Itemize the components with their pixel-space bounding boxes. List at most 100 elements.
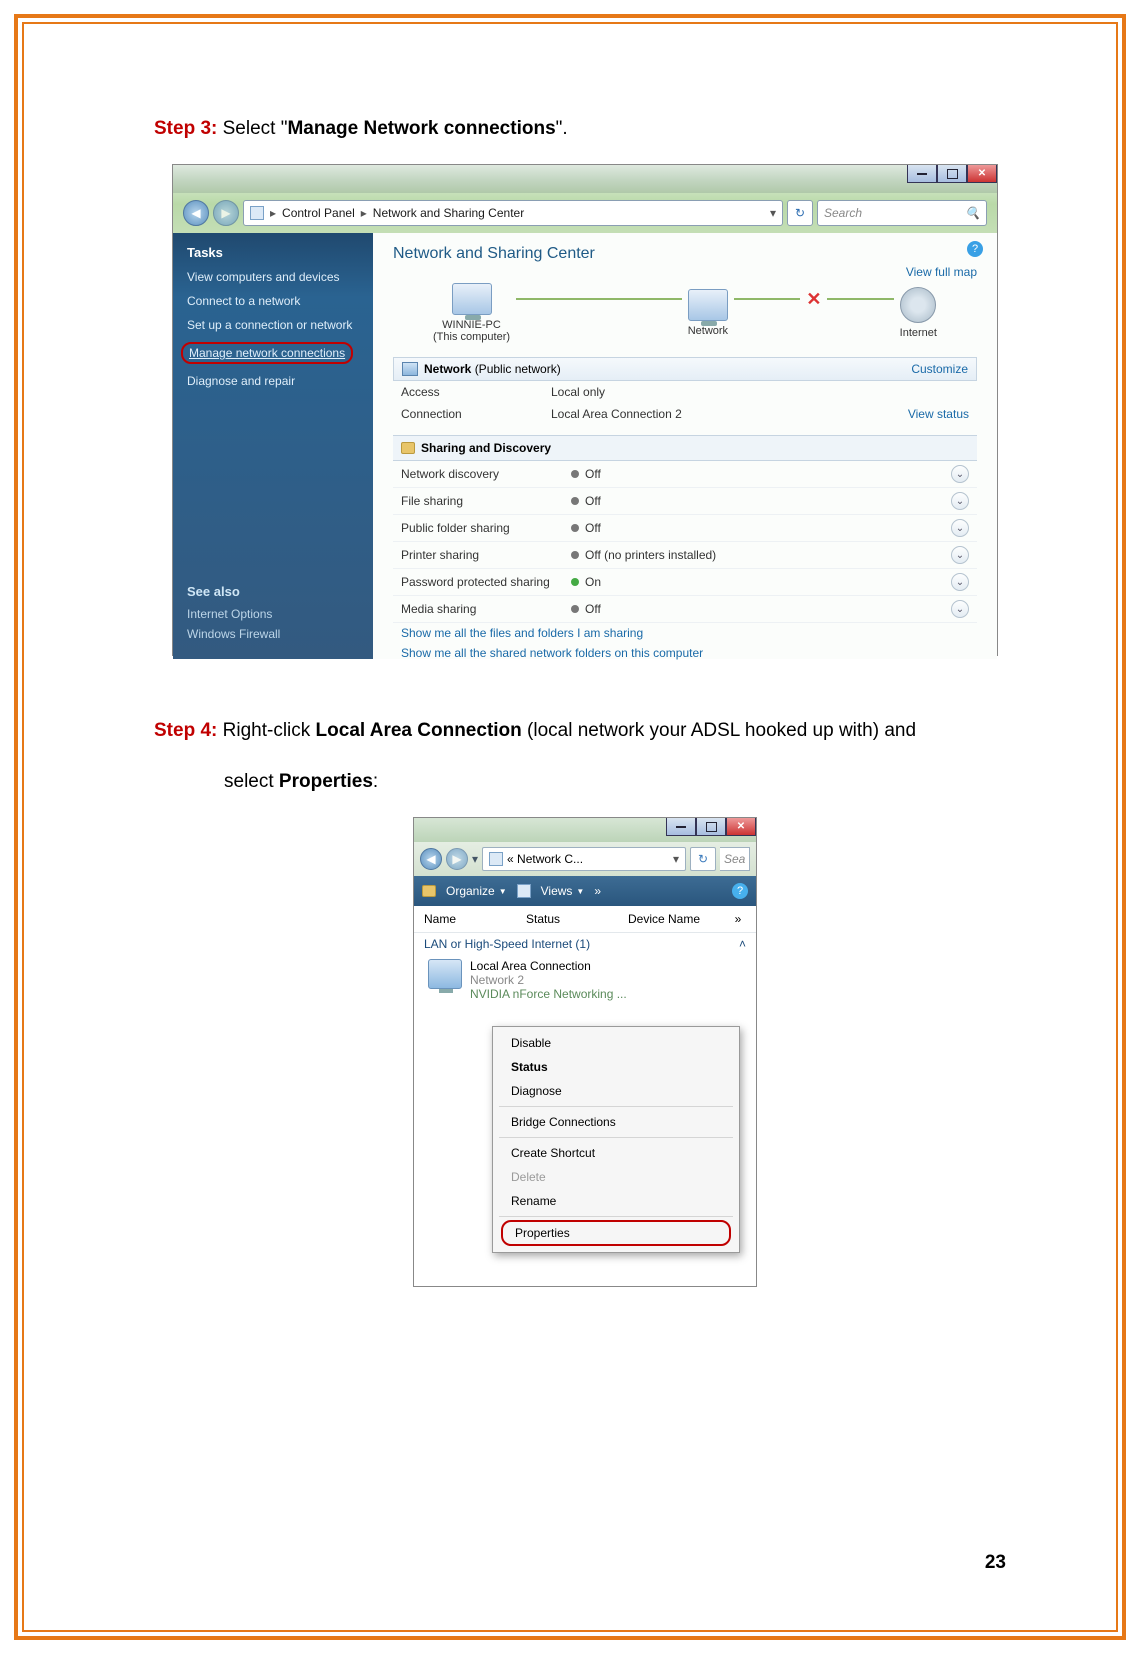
menu-item-status[interactable]: Status bbox=[495, 1055, 737, 1079]
help-icon[interactable]: ? bbox=[967, 241, 983, 257]
window-titlebar: ✕ bbox=[414, 818, 756, 842]
status-dot bbox=[571, 497, 579, 505]
help-icon[interactable]: ? bbox=[732, 883, 748, 899]
status-dot bbox=[571, 470, 579, 478]
globe-icon bbox=[900, 287, 936, 323]
map-line bbox=[516, 298, 682, 300]
page-title: Network and Sharing Center bbox=[393, 245, 977, 263]
minimize-button[interactable] bbox=[666, 818, 696, 836]
menu-item-rename[interactable]: Rename bbox=[495, 1189, 737, 1213]
menu-item-delete: Delete bbox=[495, 1165, 737, 1189]
menu-item-bridge-connections[interactable]: Bridge Connections bbox=[495, 1110, 737, 1134]
expand-button[interactable]: ⌄ bbox=[951, 465, 969, 483]
search-input[interactable]: Sea bbox=[720, 847, 750, 871]
pc-icon bbox=[452, 283, 492, 315]
step3-label: Step 3: bbox=[154, 118, 217, 139]
view-full-map-link[interactable]: View full map bbox=[906, 265, 977, 279]
expand-button[interactable]: ⌄ bbox=[951, 600, 969, 618]
expand-button[interactable]: ⌄ bbox=[951, 492, 969, 510]
minimize-button[interactable] bbox=[907, 165, 937, 183]
network-map: WINNIE-PC (This computer) Network ✕ Inte… bbox=[433, 283, 937, 343]
connection-icon bbox=[428, 959, 462, 989]
window-titlebar: ✕ bbox=[173, 165, 997, 193]
network-icon bbox=[688, 289, 728, 321]
expand-button[interactable]: ⌄ bbox=[951, 573, 969, 591]
views-menu[interactable]: Views ▼ bbox=[541, 884, 585, 898]
task-manage-network-connections[interactable]: Manage network connections bbox=[181, 342, 353, 364]
dropdown-icon[interactable]: ▾ bbox=[673, 852, 679, 866]
sharing-discovery-header: Sharing and Discovery bbox=[393, 435, 977, 461]
dropdown-icon[interactable]: ▾ bbox=[770, 206, 776, 220]
forward-button[interactable]: ▶ bbox=[446, 848, 468, 870]
more-columns[interactable]: » bbox=[730, 912, 746, 926]
close-button[interactable]: ✕ bbox=[967, 165, 997, 183]
col-name[interactable]: Name bbox=[424, 912, 526, 926]
toolbar-more[interactable]: » bbox=[594, 884, 601, 898]
status-dot bbox=[571, 605, 579, 613]
col-device[interactable]: Device Name bbox=[628, 912, 730, 926]
see-also-section: See also Internet Options Windows Firewa… bbox=[187, 584, 359, 647]
refresh-button[interactable]: ↻ bbox=[787, 200, 813, 226]
folder-icon bbox=[489, 852, 503, 866]
maximize-button[interactable] bbox=[937, 165, 967, 183]
toolbar: Organize ▼ Views ▼ » ? bbox=[414, 876, 756, 906]
step4-label: Step 4: bbox=[154, 720, 217, 741]
refresh-button[interactable]: ↻ bbox=[690, 847, 716, 871]
group-header[interactable]: LAN or High-Speed Internet (1) ˄ bbox=[414, 933, 756, 955]
address-bar: ◀ ▶ ▸ Control Panel ▸ Network and Sharin… bbox=[183, 197, 987, 229]
column-headers[interactable]: Name Status Device Name » bbox=[414, 906, 756, 933]
connection-name: Local Area Connection bbox=[470, 959, 627, 973]
organize-menu[interactable]: Organize ▼ bbox=[446, 884, 507, 898]
menu-item-create-shortcut[interactable]: Create Shortcut bbox=[495, 1141, 737, 1165]
network-section-bar: Network (Public network) Customize bbox=[393, 357, 977, 381]
link-show-files-sharing[interactable]: Show me all the files and folders I am s… bbox=[393, 623, 977, 643]
close-button[interactable]: ✕ bbox=[726, 818, 756, 836]
control-panel-icon bbox=[250, 206, 264, 220]
connection-item[interactable]: Local Area Connection Network 2 NVIDIA n… bbox=[414, 955, 756, 1005]
forward-button[interactable]: ▶ bbox=[213, 200, 239, 226]
maximize-button[interactable] bbox=[696, 818, 726, 836]
col-status[interactable]: Status bbox=[526, 912, 628, 926]
back-button[interactable]: ◀ bbox=[183, 200, 209, 226]
menu-item-properties[interactable]: Properties bbox=[501, 1220, 731, 1246]
status-dot bbox=[571, 551, 579, 559]
tasks-sidebar: Tasks View computers and devices Connect… bbox=[173, 233, 373, 659]
breadcrumb[interactable]: « Network C... ▾ bbox=[482, 847, 686, 871]
customize-link[interactable]: Customize bbox=[911, 362, 968, 376]
screenshot-network-connections: ✕ ◀ ▶ ▾ « Network C... ▾ ↻ Sea Organize … bbox=[413, 817, 757, 1287]
address-bar: ◀ ▶ ▾ « Network C... ▾ ↻ Sea bbox=[414, 842, 756, 876]
menu-item-disable[interactable]: Disable bbox=[495, 1031, 737, 1055]
link-windows-firewall[interactable]: Windows Firewall bbox=[187, 627, 359, 641]
task-view-computers[interactable]: View computers and devices bbox=[187, 270, 359, 284]
page-number: 23 bbox=[985, 1552, 1006, 1574]
row-connection: Connection Local Area Connection 2 View … bbox=[393, 403, 977, 425]
row-access: Access Local only bbox=[393, 381, 977, 403]
menu-item-diagnose[interactable]: Diagnose bbox=[495, 1079, 737, 1103]
task-diagnose-repair[interactable]: Diagnose and repair bbox=[187, 374, 359, 388]
step4-line1: Step 4: Right-click Local Area Connectio… bbox=[154, 716, 1016, 746]
back-button[interactable]: ◀ bbox=[420, 848, 442, 870]
task-setup-connection[interactable]: Set up a connection or network bbox=[187, 318, 359, 332]
link-internet-options[interactable]: Internet Options bbox=[187, 607, 359, 621]
step3-text: Step 3: Select "Manage Network connectio… bbox=[154, 114, 1016, 144]
sharing-icon bbox=[401, 442, 415, 454]
network-small-icon bbox=[402, 362, 418, 376]
sd-row: Network discoveryOff⌄ bbox=[393, 461, 977, 488]
expand-button[interactable]: ⌄ bbox=[951, 546, 969, 564]
disconnected-icon: ✕ bbox=[806, 289, 821, 310]
task-connect-network[interactable]: Connect to a network bbox=[187, 294, 359, 308]
link-show-shared-folders[interactable]: Show me all the shared network folders o… bbox=[393, 643, 977, 663]
status-dot bbox=[571, 524, 579, 532]
connection-device: NVIDIA nForce Networking ... bbox=[470, 987, 627, 1001]
node-network: Network bbox=[688, 289, 728, 337]
collapse-icon[interactable]: ˄ bbox=[739, 937, 746, 951]
expand-button[interactable]: ⌄ bbox=[951, 519, 969, 537]
search-icon: 🔍 bbox=[965, 206, 980, 220]
sd-row: Printer sharingOff (no printers installe… bbox=[393, 542, 977, 569]
step4-line2: select Properties: bbox=[224, 767, 1016, 797]
breadcrumb[interactable]: ▸ Control Panel ▸ Network and Sharing Ce… bbox=[243, 200, 783, 226]
connection-network: Network 2 bbox=[470, 973, 627, 987]
status-dot bbox=[571, 578, 579, 586]
view-status-link[interactable]: View status bbox=[908, 407, 969, 421]
search-input[interactable]: Search 🔍 bbox=[817, 200, 987, 226]
